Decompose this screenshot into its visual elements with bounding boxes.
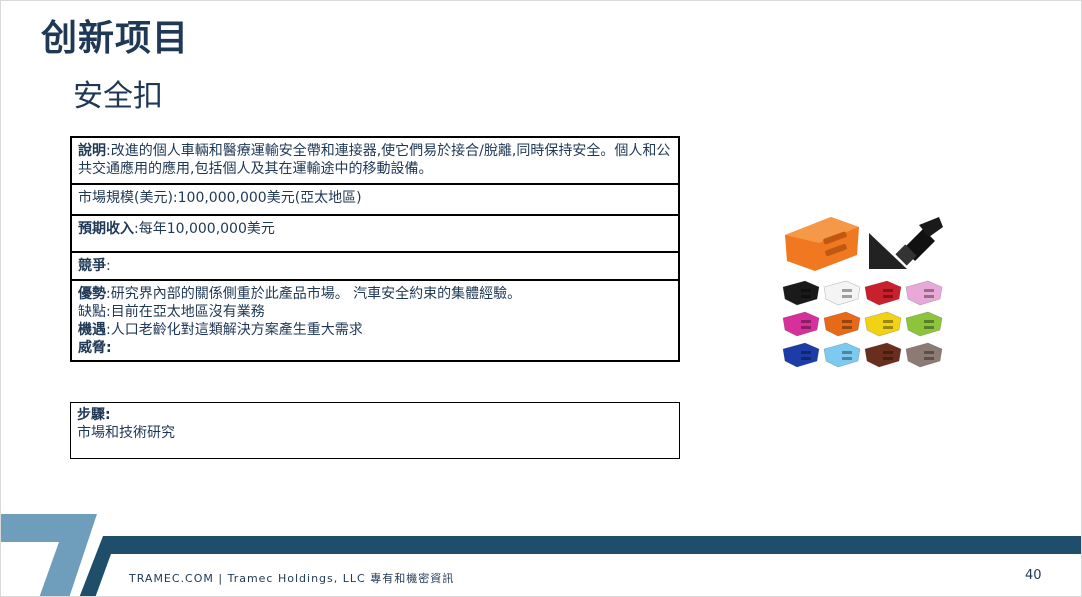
description-text: :改進的個人車輛和醫療運輸安全帶和連接器,使它們易於接合/脫離,同時保持安全。個… <box>78 143 671 177</box>
buckle-magenta <box>782 311 820 337</box>
black-strap-buckle <box>867 217 943 273</box>
product-image <box>782 217 943 368</box>
page-number: 40 <box>1025 568 1042 583</box>
buckle-pink <box>905 280 943 306</box>
footer-light-stripe <box>1 514 97 596</box>
opportunities-line: 機遇:人口老齡化對這類解決方案產生重大需求 <box>78 321 672 339</box>
large-orange-buckle <box>785 217 859 271</box>
buckle-brown <box>864 342 902 368</box>
strengths-text: :研究界內部的關係側重於此產品市場。 汽車安全約束的集體經驗。 <box>106 286 522 302</box>
competition-text: : <box>106 258 111 274</box>
footer-dark-band <box>79 536 1081 596</box>
buckle-black <box>782 280 820 306</box>
competition-label: 競爭 <box>78 258 106 274</box>
steps-label: 步驟 <box>77 407 105 423</box>
swot-row: 優勢:研究界內部的關係側重於此產品市場。 汽車安全約束的集體經驗。 缺點:目前在… <box>72 281 678 360</box>
buckle-green <box>905 311 943 337</box>
opportunities-label: 機遇 <box>78 322 106 338</box>
strengths-label: 優勢 <box>78 286 106 302</box>
buckle-blue <box>782 342 820 368</box>
footer-text: TRAMEC.COM | Tramec Holdings, LLC 專有和機密資… <box>129 572 455 585</box>
expected-revenue-row: 預期收入:每年10,000,000美元 <box>72 216 678 253</box>
threats-text: : <box>106 340 112 356</box>
steps-label-suffix: : <box>105 407 111 423</box>
buckle-light-blue <box>823 342 861 368</box>
threats-line: 威脅: <box>78 339 672 357</box>
buckle-red <box>864 280 902 306</box>
info-table: 說明:改進的個人車輛和醫療運輸安全帶和連接器,使它們易於接合/脫離,同時保持安全… <box>70 136 680 362</box>
description-row: 說明:改進的個人車輛和醫療運輸安全帶和連接器,使它們易於接合/脫離,同時保持安全… <box>72 138 678 185</box>
opportunities-text: :人口老齡化對這類解決方案產生重大需求 <box>106 322 363 338</box>
buckle-white <box>823 280 861 306</box>
buckle-taupe <box>905 342 943 368</box>
revenue-label: 預期收入 <box>78 221 134 237</box>
page-title: 创新项目 <box>41 18 190 59</box>
slide: 创新项目 安全扣 說明:改進的個人車輛和醫療運輸安全帶和連接器,使它們易於接合/… <box>0 0 1082 597</box>
weaknesses-text: 缺點:目前在亞太地區沒有業務 <box>78 304 265 320</box>
market-size-text: 市場規模(美元):100,000,000美元(亞太地區) <box>78 190 362 206</box>
competition-row: 競爭: <box>72 253 678 281</box>
small-buckle-grid <box>782 280 943 368</box>
page-subtitle: 安全扣 <box>73 79 163 114</box>
buckle-yellow <box>864 311 902 337</box>
steps-text: 市場和技術研究 <box>77 425 175 441</box>
market-size-row: 市場規模(美元):100,000,000美元(亞太地區) <box>72 185 678 216</box>
revenue-text: :每年10,000,000美元 <box>134 221 275 237</box>
weaknesses-line: 缺點:目前在亞太地區沒有業務 <box>78 303 672 321</box>
buckle-orange <box>823 311 861 337</box>
strengths-line: 優勢:研究界內部的關係側重於此產品市場。 汽車安全約束的集體經驗。 <box>78 285 672 303</box>
steps-box: 步驟: 市場和技術研究 <box>70 402 680 459</box>
threats-label: 威脅 <box>78 340 106 356</box>
description-label: 說明 <box>78 143 106 159</box>
steps-heading: 步驟: <box>77 406 673 424</box>
